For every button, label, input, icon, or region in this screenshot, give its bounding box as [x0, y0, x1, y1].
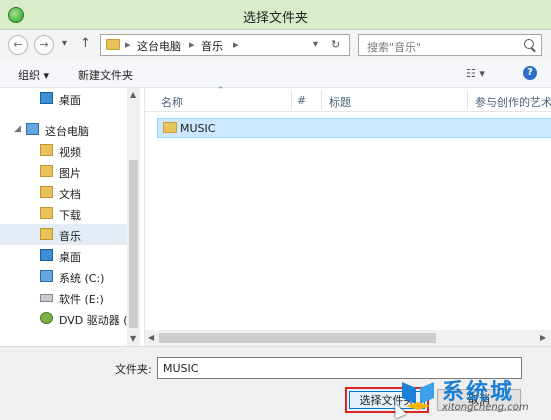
nav-item-downloads[interactable]: 下载	[0, 203, 127, 224]
nav-item-music[interactable]: 音乐	[0, 224, 127, 245]
column-number[interactable]: #	[297, 94, 306, 107]
title-bar: 选择文件夹	[0, 0, 551, 30]
command-toolbar: 组织 ▾ 新建文件夹 ☷ ▾ ?	[0, 60, 551, 88]
breadcrumb-this-pc[interactable]: 这台电脑	[137, 38, 181, 54]
nav-item-drive-e[interactable]: 软件 (E:)	[0, 287, 127, 308]
back-arrow-icon[interactable]: ←	[8, 35, 28, 55]
view-options-button[interactable]: ☷ ▾	[466, 67, 485, 80]
refresh-icon[interactable]: ↻	[331, 38, 340, 51]
breadcrumb-separator: ▸	[189, 38, 195, 51]
nav-item-label: DVD 驱动器 (	[59, 314, 128, 327]
nav-item-label: 音乐	[59, 230, 81, 243]
nav-item-label: 桌面	[59, 251, 81, 264]
help-icon[interactable]: ?	[523, 66, 537, 80]
nav-item-this-pc[interactable]: ◢ 这台电脑	[0, 119, 127, 140]
desktop-icon	[40, 92, 53, 104]
videos-library-icon	[40, 144, 53, 156]
drive-icon	[40, 294, 53, 302]
system-drive-icon	[40, 270, 53, 282]
nav-item-drive-c[interactable]: 系统 (C:)	[0, 266, 127, 287]
breadcrumb-music[interactable]: 音乐	[201, 38, 223, 54]
breadcrumb-separator: ▸	[233, 38, 239, 51]
scroll-up-icon[interactable]: ▲	[130, 90, 136, 99]
nav-item-label: 桌面	[59, 94, 81, 107]
column-header-row: ⌃ 名称 # 标题 参与创作的艺术	[145, 86, 551, 112]
nav-item-label: 图片	[59, 167, 81, 180]
folder-icon	[163, 122, 177, 133]
nav-item-desktop[interactable]: 桌面	[0, 88, 127, 109]
horizontal-scrollbar-thumb[interactable]	[159, 333, 436, 343]
site-watermark: 系统城 xitongcheng.com	[398, 372, 548, 418]
scrollbar-thumb[interactable]	[129, 160, 138, 328]
nav-item-label: 系统 (C:)	[59, 272, 105, 285]
search-icon[interactable]	[524, 39, 534, 49]
forward-arrow-icon[interactable]: →	[34, 35, 54, 55]
up-arrow-icon[interactable]: ↑	[80, 36, 91, 51]
nav-item-pictures[interactable]: 图片	[0, 161, 127, 182]
column-divider[interactable]	[291, 90, 292, 110]
sort-indicator-icon: ⌃	[217, 86, 225, 96]
column-name[interactable]: 名称	[161, 94, 183, 110]
column-title[interactable]: 标题	[329, 94, 351, 110]
file-list-pane: ⌃ 名称 # 标题 参与创作的艺术 MUSIC ◀ ▶	[144, 86, 551, 346]
breadcrumb-separator: ▸	[125, 38, 131, 51]
new-folder-button[interactable]: 新建文件夹	[78, 67, 133, 83]
nav-item-dvd[interactable]: DVD 驱动器 (	[0, 308, 128, 329]
chevron-down-icon[interactable]: ▾	[62, 38, 67, 49]
scroll-left-icon[interactable]: ◀	[148, 333, 154, 342]
address-bar[interactable]: ▸ 这台电脑 ▸ 音乐 ▸ ▾ ↻	[100, 34, 350, 56]
window-title: 选择文件夹	[242, 11, 308, 26]
dvd-drive-icon	[40, 312, 53, 324]
music-library-icon	[40, 228, 53, 240]
nav-item-label: 这台电脑	[45, 125, 89, 138]
pictures-library-icon	[40, 165, 53, 177]
column-artists[interactable]: 参与创作的艺术	[475, 94, 551, 110]
nav-item-documents[interactable]: 文档	[0, 182, 127, 203]
nav-item-label: 软件 (E:)	[59, 293, 104, 306]
nav-item-desktop-folder[interactable]: 桌面	[0, 245, 127, 266]
column-divider[interactable]	[467, 90, 468, 110]
xitongcheng-logo-icon	[402, 382, 434, 410]
computer-icon	[26, 123, 39, 135]
folder-field-label: 文件夹:	[115, 363, 152, 376]
search-placeholder: 搜索"音乐"	[367, 41, 422, 54]
nav-item-label: 视频	[59, 146, 81, 159]
music-folder-icon	[106, 39, 120, 50]
scroll-down-icon[interactable]: ▼	[130, 334, 136, 343]
downloads-library-icon	[40, 207, 53, 219]
address-dropdown-icon[interactable]: ▾	[313, 39, 318, 50]
file-name: MUSIC	[180, 122, 216, 135]
desktop-folder-icon	[40, 249, 53, 261]
navigation-bar: ← → ▾ ↑ ▸ 这台电脑 ▸ 音乐 ▸ ▾ ↻ 搜索"音乐"	[0, 30, 551, 60]
column-divider[interactable]	[321, 90, 322, 110]
nav-pane-scrollbar[interactable]: ▲ ▼	[127, 88, 140, 346]
documents-library-icon	[40, 186, 53, 198]
nav-item-label: 下载	[59, 209, 81, 222]
nav-item-label: 文档	[59, 188, 81, 201]
file-pane-horizontal-scrollbar[interactable]: ◀ ▶	[145, 330, 551, 346]
navigation-pane: 桌面 ◢ 这台电脑 视频 图片 文档 下载 音乐 桌面 系统 (C:) 软件 (…	[0, 88, 140, 346]
file-row-music[interactable]: MUSIC	[157, 118, 551, 138]
scroll-right-icon[interactable]: ▶	[540, 333, 546, 342]
search-box[interactable]: 搜索"音乐"	[358, 34, 542, 56]
collapse-arrow-icon[interactable]: ◢	[14, 124, 21, 134]
nav-item-videos[interactable]: 视频	[0, 140, 127, 161]
watermark-url: xitongcheng.com	[442, 402, 529, 413]
organize-button[interactable]: 组织 ▾	[18, 67, 49, 83]
